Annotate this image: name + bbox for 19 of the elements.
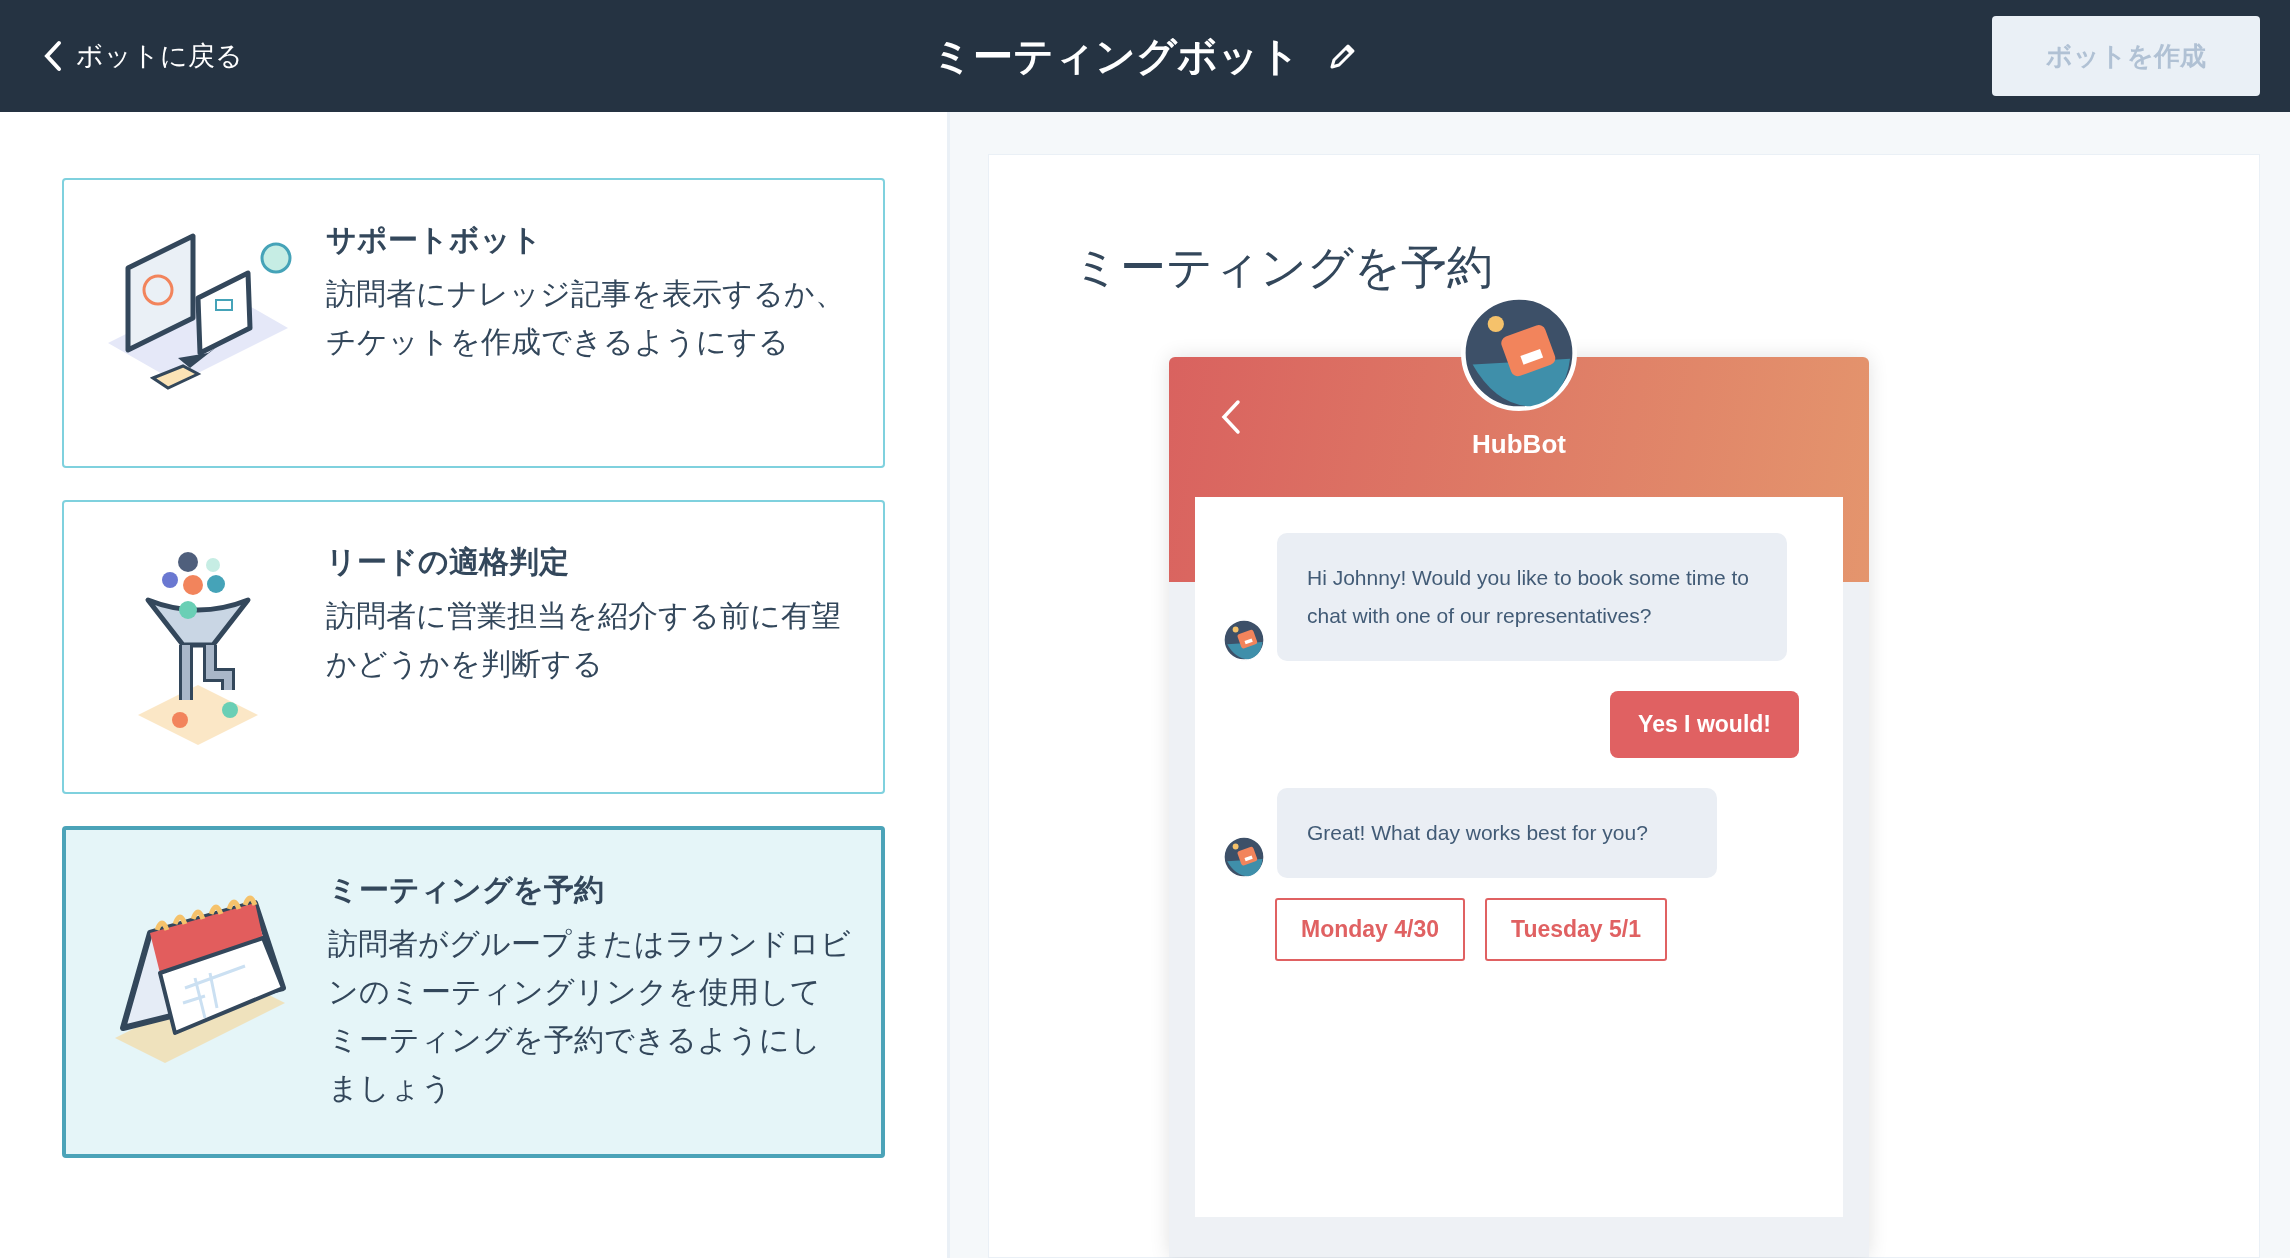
card-description: 訪問者がグループまたはラウンドロビンのミーティングリンクを使用してミーティングを予約できるようにしましょう [328, 925, 851, 1107]
bot-template-card[interactable]: サポートボット 訪問者にナレッジ記事を表示するか、チケットを作成できるようにする [62, 178, 885, 468]
back-link[interactable]: ボットに戻る [44, 38, 243, 74]
card-description: 訪問者に営業担当を紹介する前に有望かどうかを判断する [326, 597, 842, 683]
card-title: ミーティングを予約 [328, 872, 605, 908]
bot-avatar-icon [1223, 619, 1265, 661]
chevron-left-icon[interactable] [1221, 399, 1241, 435]
bot-template-card[interactable]: ミーティングを予約 訪問者がグループまたはラウンドロビンのミーティングリンクを使用してミーティングを予約できるようにしましょう [62, 826, 885, 1158]
bot-template-card[interactable]: リードの適格判定 訪問者に営業担当を紹介する前に有望かどうかを判断する [62, 500, 885, 794]
preview-title: ミーティングを予約 [1073, 239, 1493, 296]
bot-avatar-icon [1223, 836, 1265, 878]
card-title: リードの適格判定 [326, 544, 570, 580]
card-description: 訪問者にナレッジ記事を表示するか、チケットを作成できるようにする [326, 275, 846, 361]
bot-message: Great! What day works best for you? [1277, 788, 1717, 878]
chevron-left-icon [44, 40, 62, 72]
page-title: ミーティングボット [932, 31, 1300, 81]
bot-name: HubBot [1472, 429, 1566, 460]
bot-message: Hi Johnny! Would you like to book some time to chat with one of our representatives? [1277, 533, 1787, 661]
card-title: サポートボット [326, 222, 543, 258]
